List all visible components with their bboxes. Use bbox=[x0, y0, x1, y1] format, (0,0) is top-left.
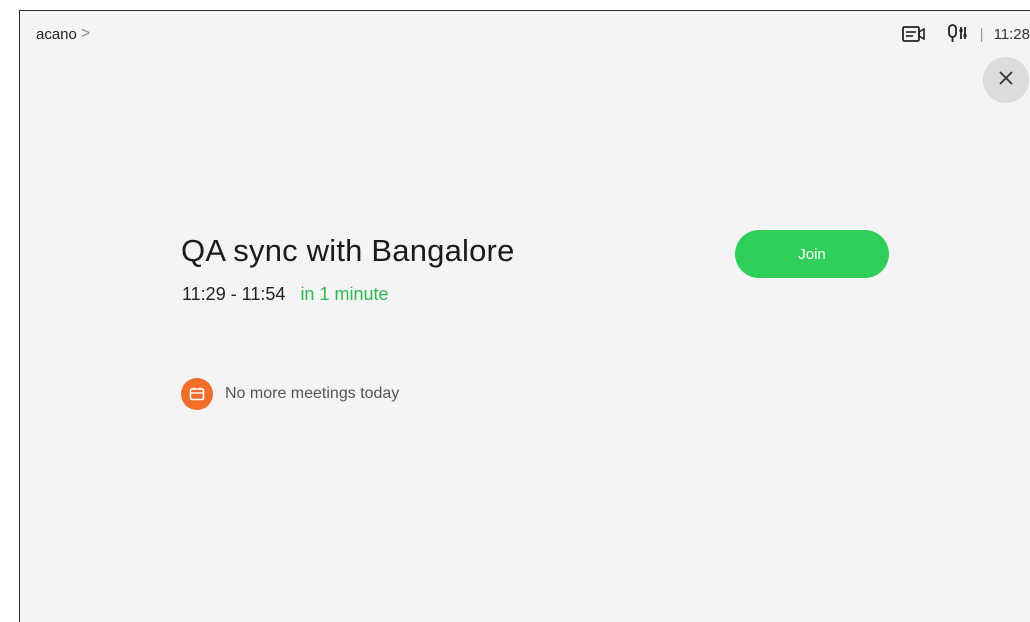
microphone-settings-icon[interactable] bbox=[946, 24, 970, 44]
close-icon bbox=[998, 70, 1014, 91]
chevron-right-icon: > bbox=[80, 25, 91, 42]
meeting-time: 11:29 - 11:54 in 1 minute bbox=[182, 284, 389, 305]
meeting-relative-start: in 1 minute bbox=[300, 284, 389, 304]
close-button[interactable] bbox=[983, 57, 1029, 103]
clock: 11:28 bbox=[993, 25, 1030, 43]
device-name-menu[interactable]: acano > bbox=[36, 25, 90, 43]
self-view-camera-icon[interactable] bbox=[901, 24, 926, 44]
join-button[interactable]: Join bbox=[735, 230, 889, 278]
meeting-time-range: 11:29 - 11:54 bbox=[182, 284, 286, 304]
touch-panel-screen: acano > | 11:28 QA sync with Bangalore 1… bbox=[19, 10, 1030, 622]
no-more-meetings: No more meetings today bbox=[181, 378, 399, 410]
no-more-meetings-label: No more meetings today bbox=[225, 385, 400, 402]
calendar-icon bbox=[181, 378, 213, 410]
device-name-label: acano bbox=[36, 25, 77, 43]
meeting-title: QA sync with Bangalore bbox=[181, 233, 515, 268]
status-bar: | 11:28 bbox=[901, 23, 1030, 45]
status-separator: | bbox=[979, 25, 984, 43]
